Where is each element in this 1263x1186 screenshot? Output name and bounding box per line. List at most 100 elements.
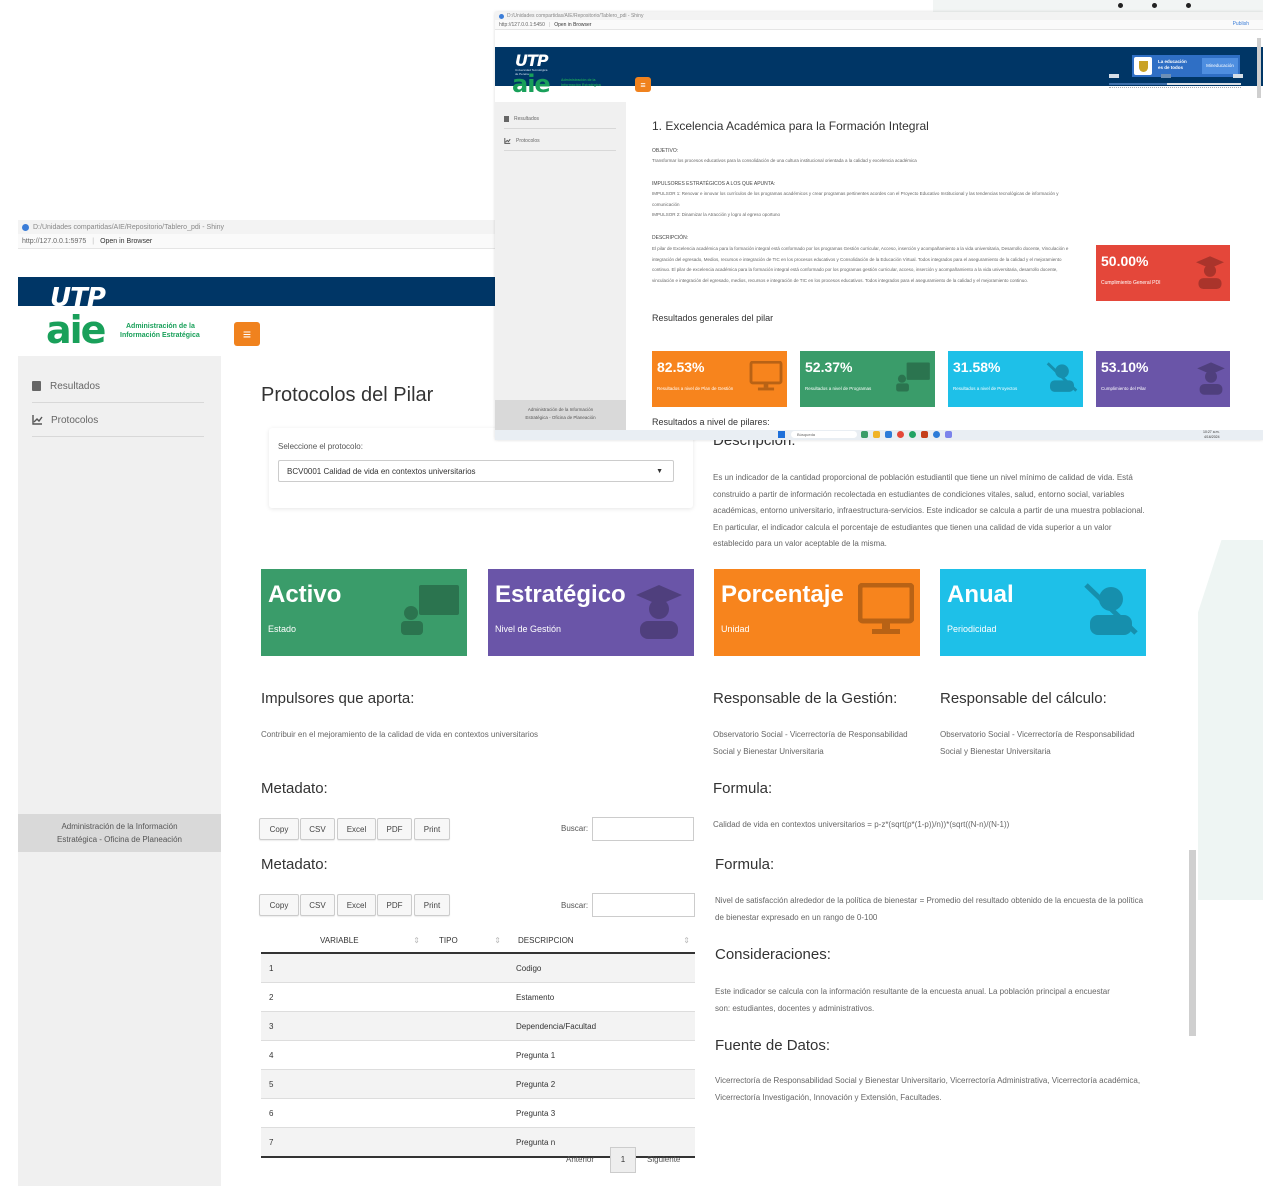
sidebar-item-protocolos[interactable]: Protocolos bbox=[32, 404, 204, 437]
taskbar-app-icon[interactable] bbox=[909, 431, 916, 438]
descripcion-label: DESCRIPCIÓN: bbox=[652, 235, 689, 241]
slider-ticks bbox=[1109, 87, 1241, 92]
metadato-title: Metadato: bbox=[261, 780, 328, 797]
slider-handle[interactable] bbox=[1161, 74, 1171, 78]
chrome-icon[interactable] bbox=[897, 431, 904, 438]
scrollbar-thumb[interactable] bbox=[1257, 38, 1261, 98]
sidebar-item-label: Resultados bbox=[50, 380, 101, 392]
column-header-descripcion[interactable]: DESCRIPCION ⇕ bbox=[506, 928, 695, 954]
management-level-value: Estratégico bbox=[495, 581, 626, 608]
graduate-icon bbox=[1196, 256, 1224, 289]
kpi-value: 31.58% bbox=[953, 359, 1001, 375]
edge-icon[interactable] bbox=[933, 431, 940, 438]
column-header-variable[interactable]: VARIABLE ⇕ bbox=[319, 928, 425, 954]
excel-button[interactable]: Excel bbox=[337, 818, 376, 840]
brand-row: aie Administración de la Información Est… bbox=[18, 306, 498, 356]
copy-button[interactable]: Copy bbox=[259, 894, 299, 916]
page-title: Protocolos del Pilar bbox=[261, 384, 434, 406]
formula-2-text: Nivel de satisfacción alrededor de la po… bbox=[715, 896, 1144, 922]
pdf-button[interactable]: PDF bbox=[377, 894, 412, 916]
year-slider[interactable] bbox=[1107, 72, 1243, 98]
table-row: 4 Pregunta 1 bbox=[261, 1040, 695, 1070]
kpi-label: Resultados a nivel de Plan de Gestión bbox=[657, 386, 734, 391]
sidebar-item-resultados[interactable]: Resultados bbox=[504, 110, 616, 129]
aie-subtitle: Administración de la Información Estraté… bbox=[120, 323, 200, 339]
table-header-row: VARIABLE ⇕ TIPO ⇕ DESCRIPCION ⇕ bbox=[261, 928, 695, 954]
search-input[interactable] bbox=[592, 817, 694, 841]
pagination-next[interactable]: Siguiente bbox=[647, 1155, 680, 1164]
clipboard-icon bbox=[32, 381, 41, 391]
resultados-nivel-title: Resultados a nivel de pilares: bbox=[652, 417, 770, 427]
status-label: Estado bbox=[268, 624, 297, 634]
pagination-page-1[interactable]: 1 bbox=[610, 1147, 636, 1173]
excel-button[interactable]: Excel bbox=[337, 894, 376, 916]
sidebar-item-resultados[interactable]: Resultados bbox=[32, 370, 204, 403]
open-in-browser-button[interactable]: Open in Browser bbox=[554, 22, 591, 28]
copy-button[interactable]: Copy bbox=[259, 818, 299, 840]
protocol-select-panel: Seleccione el protocolo: BCV0001 Calidad… bbox=[269, 428, 693, 508]
pillar-title: 1. Excelencia Académica para la Formació… bbox=[652, 119, 929, 133]
unit-label: Unidad bbox=[721, 624, 750, 634]
sidebar-footer: Administración de la Información Estraté… bbox=[495, 400, 626, 430]
impulsores-label: IMPULSORES ESTRATÉGICOS A LOS QUE APUNTA… bbox=[652, 181, 776, 187]
results-window: D:/Unidades compartidas/AIE/Repositorio/… bbox=[495, 12, 1263, 440]
open-in-browser-button[interactable]: Open in Browser bbox=[100, 238, 152, 245]
window-title: D:/Unidades compartidas/AIE/Repositorio/… bbox=[33, 223, 225, 231]
powerpoint-icon[interactable] bbox=[921, 431, 928, 438]
presentation-icon bbox=[401, 585, 459, 635]
kpi-card-plan: 82.53% Resultados a nivel de Plan de Ges… bbox=[652, 351, 787, 407]
csv-button[interactable]: CSV bbox=[300, 818, 335, 840]
sidebar-item-label: Protocolos bbox=[516, 138, 540, 144]
graduate-icon bbox=[1197, 362, 1225, 395]
search-input[interactable] bbox=[592, 893, 695, 917]
line-chart-icon bbox=[504, 138, 511, 144]
general-compliance-label: Cumplimiento General PDI bbox=[1101, 280, 1161, 286]
sidebar: Resultados Protocolos Administración de … bbox=[18, 356, 221, 1186]
taskbar: Búsqueda 10:27 a.m. 4/16/2024 bbox=[495, 430, 1263, 440]
graduate-icon bbox=[636, 585, 682, 639]
windows-start-icon[interactable] bbox=[778, 431, 785, 438]
pdf-button[interactable]: PDF bbox=[377, 818, 412, 840]
kpi-card-proyectos: 31.58% Resultados a nivel de Proyectos bbox=[948, 351, 1083, 407]
status-value: Activo bbox=[268, 581, 342, 608]
taskbar-app-icon[interactable] bbox=[861, 431, 868, 438]
presentation-icon bbox=[896, 362, 930, 392]
address-text[interactable]: http://127.0.0.1:5450 bbox=[499, 22, 545, 28]
publish-button[interactable]: Publish bbox=[1233, 21, 1249, 27]
taskbar-clock: 10:27 a.m. 4/16/2024 bbox=[1203, 430, 1220, 439]
print-button[interactable]: Print bbox=[414, 818, 450, 840]
management-level-label: Nivel de Gestión bbox=[495, 624, 562, 634]
menu-toggle-button[interactable]: ≡ bbox=[234, 322, 260, 346]
search-label: Buscar: bbox=[561, 824, 589, 833]
table-row: 3 Dependencia/Facultad bbox=[261, 1011, 695, 1041]
sidebar-item-protocolos[interactable]: Protocolos bbox=[504, 132, 616, 151]
impulsores-text: Contribuir en el mejoramiento de la cali… bbox=[261, 730, 539, 739]
management-level-card: Estratégico Nivel de Gestión bbox=[488, 569, 694, 656]
table-row: 1 Codigo bbox=[261, 953, 695, 983]
menu-toggle-button[interactable]: ≡ bbox=[635, 77, 651, 92]
column-header-tipo[interactable]: TIPO ⇕ bbox=[425, 928, 506, 954]
protocol-select[interactable]: BCV0001 Calidad de vida en contextos uni… bbox=[278, 460, 674, 482]
sidebar-item-label: Resultados bbox=[514, 116, 540, 122]
app-icon bbox=[499, 13, 504, 19]
description-text: Es un indicador de la cantidad proporcio… bbox=[713, 473, 1145, 548]
aie-subtitle: Administración de la Información Estraté… bbox=[561, 78, 601, 87]
pagination-previous[interactable]: Anterior bbox=[566, 1155, 594, 1164]
address-text[interactable]: http://127.0.0.1:5975 bbox=[22, 238, 86, 245]
scrollbar-thumb[interactable] bbox=[1189, 850, 1196, 1036]
address-bar: http://127.0.0.1:5450 | Open in Browser … bbox=[495, 20, 1263, 30]
folder-icon[interactable] bbox=[873, 431, 880, 438]
kpi-value: 82.53% bbox=[657, 359, 705, 375]
chevron-down-icon: ▼ bbox=[656, 468, 663, 475]
csv-button[interactable]: CSV bbox=[300, 894, 335, 916]
teams-icon[interactable] bbox=[945, 431, 952, 438]
unit-card: Porcentaje Unidad bbox=[714, 569, 920, 656]
monitor-icon bbox=[749, 361, 783, 391]
search-label: Buscar: bbox=[561, 901, 589, 910]
monitor-icon bbox=[858, 583, 914, 634]
taskbar-app-icon[interactable] bbox=[885, 431, 892, 438]
impulsores-title: Impulsores que aporta: bbox=[261, 690, 415, 707]
print-button[interactable]: Print bbox=[414, 894, 450, 916]
select-label: Seleccione el protocolo: bbox=[278, 442, 363, 451]
taskbar-search[interactable]: Búsqueda bbox=[791, 431, 857, 438]
